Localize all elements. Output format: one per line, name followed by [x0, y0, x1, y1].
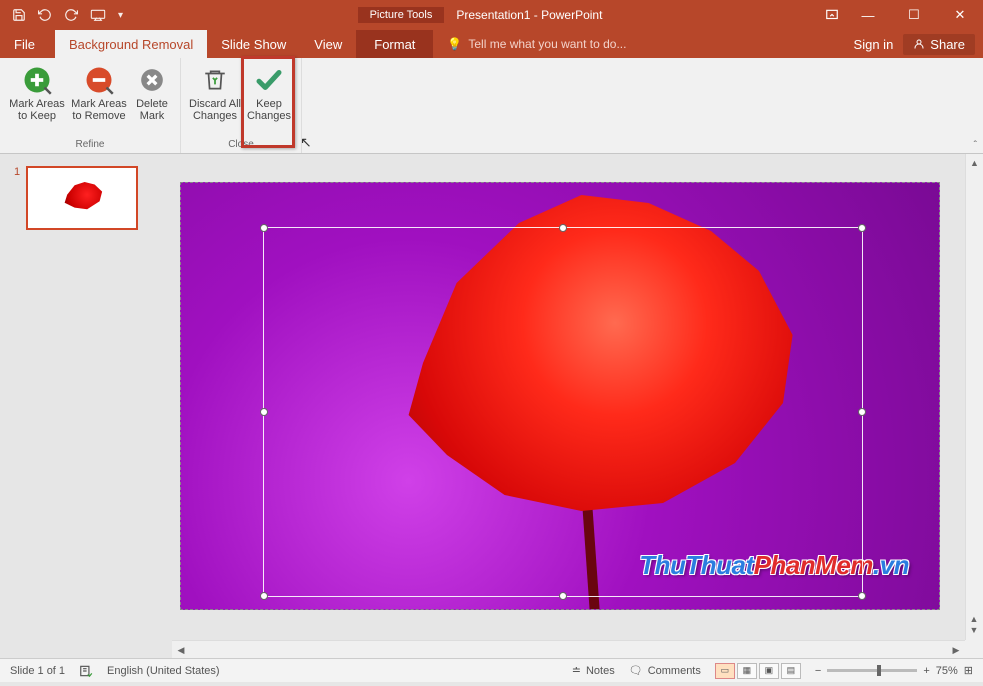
resize-handle-ne[interactable]	[858, 224, 866, 232]
quick-access-toolbar: ▾	[0, 8, 135, 22]
slide-counter[interactable]: Slide 1 of 1	[10, 665, 65, 677]
resize-handle-se[interactable]	[858, 592, 866, 600]
mark-areas-to-remove-button[interactable]: Mark Areas to Remove	[68, 60, 130, 137]
collapse-ribbon-icon[interactable]: ˆ	[974, 140, 977, 151]
share-button[interactable]: Share	[903, 34, 975, 55]
share-icon	[913, 38, 925, 50]
document-title: Presentation1 - PowerPoint	[456, 8, 602, 22]
title-bar: ▾ Picture Tools Presentation1 - PowerPoi…	[0, 0, 983, 30]
zoom-out-icon[interactable]: −	[815, 665, 821, 677]
rose-thumbnail-graphic	[57, 182, 107, 214]
notes-button[interactable]: ≐ Notes	[572, 664, 615, 677]
scroll-right-icon[interactable]: ▶	[947, 641, 965, 658]
ribbon: Mark Areas to Keep Mark Areas to Remove …	[0, 58, 983, 154]
sign-in-link[interactable]: Sign in	[854, 37, 894, 52]
slide-nav-arrows: ▲ ▼	[967, 614, 981, 636]
workspace: 1 ThuThuatPhanMem.vn	[0, 154, 983, 658]
annotation-highlight	[241, 56, 295, 148]
undo-icon[interactable]	[38, 8, 52, 22]
close-icon[interactable]: ✕	[937, 0, 983, 30]
zoom-controls: − + 75% ⊞	[815, 664, 973, 677]
horizontal-scrollbar[interactable]: ◀ ▶	[172, 640, 965, 658]
delete-mark-button[interactable]: Delete Mark	[130, 60, 174, 137]
tab-background-removal[interactable]: Background Removal	[55, 30, 207, 58]
zoom-in-icon[interactable]: +	[923, 665, 929, 677]
zoom-percent[interactable]: 75%	[936, 665, 958, 677]
comments-button[interactable]: 🗨 Comments	[629, 664, 701, 677]
contextual-tab-label: Picture Tools	[358, 7, 445, 23]
minus-circle-icon	[83, 64, 115, 96]
start-from-beginning-icon[interactable]	[90, 8, 106, 22]
group-refine: Mark Areas to Keep Mark Areas to Remove …	[0, 58, 181, 153]
tab-slide-show[interactable]: Slide Show	[207, 30, 300, 58]
resize-handle-nw[interactable]	[260, 224, 268, 232]
resize-handle-s[interactable]	[559, 592, 567, 600]
share-label: Share	[930, 37, 965, 52]
scroll-up-icon[interactable]: ▲	[966, 154, 983, 172]
vertical-scrollbar[interactable]: ▲	[965, 154, 983, 640]
scroll-corner	[965, 640, 983, 658]
reading-view-icon[interactable]: ▣	[759, 663, 779, 679]
slide-thumbnail-1[interactable]: 1	[14, 166, 158, 230]
tab-file[interactable]: File	[0, 30, 55, 58]
prev-slide-icon[interactable]: ▲	[967, 614, 981, 625]
tell-me-search[interactable]: 💡 Tell me what you want to do...	[433, 30, 853, 58]
resize-handle-w[interactable]	[260, 408, 268, 416]
notes-icon: ≐	[572, 664, 581, 677]
thumbnail-number: 1	[14, 166, 20, 230]
lightbulb-icon: 💡	[447, 37, 462, 51]
plus-circle-icon	[21, 64, 53, 96]
scroll-left-icon[interactable]: ◀	[172, 641, 190, 658]
spellcheck-icon[interactable]	[79, 664, 93, 678]
slide-sorter-view-icon[interactable]: ▦	[737, 663, 757, 679]
redo-icon[interactable]	[64, 8, 78, 22]
resize-handle-e[interactable]	[858, 408, 866, 416]
discard-icon	[199, 64, 231, 96]
tab-format[interactable]: Format	[356, 30, 433, 58]
minimize-icon[interactable]: ―	[845, 0, 891, 30]
fit-to-window-icon[interactable]: ⊞	[964, 664, 973, 677]
slide-canvas[interactable]: ThuThuatPhanMem.vn	[180, 182, 940, 610]
status-bar: Slide 1 of 1 English (United States) ≐ N…	[0, 658, 983, 682]
qat-more-icon[interactable]: ▾	[118, 10, 123, 21]
comments-icon: 🗨	[629, 664, 643, 677]
view-buttons: ▭ ▦ ▣ ▤	[715, 663, 801, 679]
mark-areas-to-keep-button[interactable]: Mark Areas to Keep	[6, 60, 68, 137]
group-label-refine: Refine	[76, 137, 105, 153]
window-controls: ― ☐ ✕	[845, 0, 983, 30]
ribbon-tabs: File Background Removal Slide Show View …	[0, 30, 983, 58]
zoom-slider[interactable]	[827, 669, 917, 672]
ribbon-display-options-icon[interactable]	[825, 8, 845, 22]
maximize-icon[interactable]: ☐	[891, 0, 937, 30]
zoom-thumb[interactable]	[877, 665, 881, 676]
tab-view[interactable]: View	[300, 30, 356, 58]
selection-rectangle[interactable]	[263, 227, 863, 597]
resize-handle-sw[interactable]	[260, 592, 268, 600]
discard-all-changes-button[interactable]: Discard All Changes	[187, 60, 243, 137]
delete-mark-icon	[136, 64, 168, 96]
slide-editor: ThuThuatPhanMem.vn ▲ ▲ ▼	[172, 154, 983, 658]
tell-me-placeholder: Tell me what you want to do...	[468, 37, 626, 51]
language-indicator[interactable]: English (United States)	[107, 665, 220, 677]
next-slide-icon[interactable]: ▼	[967, 625, 981, 636]
cursor-icon: ↖	[300, 134, 312, 151]
normal-view-icon[interactable]: ▭	[715, 663, 735, 679]
save-icon[interactable]	[12, 8, 26, 22]
resize-handle-n[interactable]	[559, 224, 567, 232]
slideshow-view-icon[interactable]: ▤	[781, 663, 801, 679]
thumbnail-pane[interactable]: 1	[0, 154, 172, 658]
thumbnail-preview[interactable]	[26, 166, 138, 230]
